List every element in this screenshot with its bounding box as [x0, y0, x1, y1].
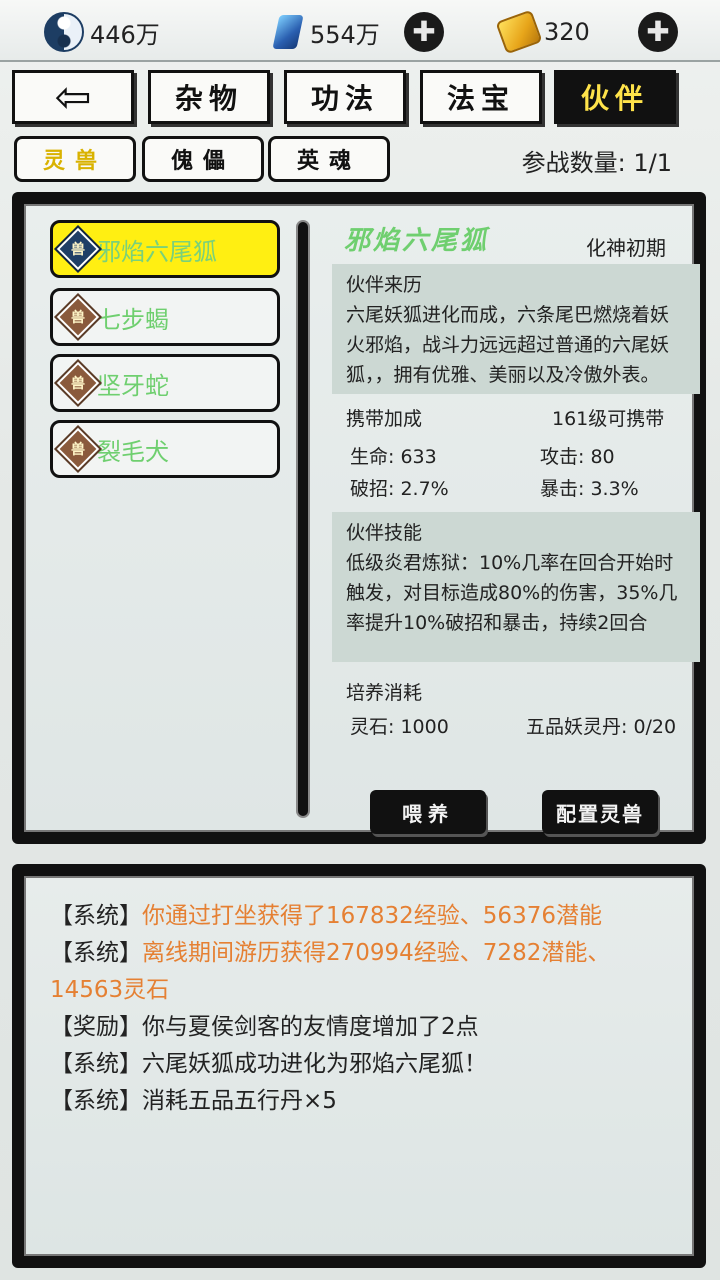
log-tag: 【奖励】: [50, 1014, 142, 1040]
skill-section: 伙伴技能 低级炎君炼狱：10%几率在回合开始时触发，对目标造成80%的伤害，35…: [332, 512, 700, 662]
back-button[interactable]: ⇦: [12, 70, 134, 124]
bonus-title: 携带加成: [346, 408, 423, 430]
cost-title: 培养消耗: [346, 682, 423, 704]
subtab-hero-soul-label: 英魂: [296, 148, 361, 174]
log-tag: 【系统】: [50, 1088, 142, 1114]
subtab-puppet-label: 傀儡: [170, 148, 235, 174]
badge-label: 兽: [71, 310, 85, 326]
pet-name: 七步蝎: [97, 305, 169, 334]
pet-item-4[interactable]: 兽 裂毛犬: [50, 420, 280, 478]
gem-icon: [272, 15, 304, 49]
configure-beast-button[interactable]: 配置灵兽: [542, 790, 658, 834]
log-tag: 【系统】: [50, 940, 142, 966]
log-line: 【系统】你通过打坐获得了167832经验、56376潜能: [50, 898, 674, 935]
tab-partner-label: 伙伴: [580, 82, 649, 115]
badge-label: 兽: [71, 442, 85, 458]
log-text: 你与夏侯剑客的友情度增加了2点: [142, 1014, 479, 1040]
badge-label: 兽: [71, 376, 85, 392]
tab-skills[interactable]: 功法: [284, 70, 406, 124]
log-text: 消耗五品五行丹×5: [142, 1088, 337, 1114]
badge-label: 兽: [71, 242, 85, 258]
stat-attack: 攻击: 80: [540, 446, 615, 468]
pet-name: 邪焰六尾狐: [97, 237, 217, 266]
log-tag: 【系统】: [50, 903, 142, 929]
stat-hp: 生命: 633: [350, 446, 437, 468]
pet-list-scrollbar[interactable]: [296, 220, 310, 818]
subtab-hero-soul[interactable]: 英魂: [268, 136, 390, 182]
subtab-spirit-beast-label: 灵兽: [42, 148, 107, 174]
subtab-puppet[interactable]: 傀儡: [142, 136, 264, 182]
configure-beast-button-label: 配置灵兽: [556, 801, 644, 826]
gold-ingot-icon: [495, 9, 543, 55]
pet-item-1[interactable]: 兽 邪焰六尾狐: [50, 220, 280, 278]
skill-text: 低级炎君炼狱：10%几率在回合开始时触发，对目标造成80%的伤害，35%几率提升…: [346, 552, 678, 634]
cost-stone: 灵石: 1000: [350, 716, 449, 738]
origin-text: 六尾妖狐进化而成，六条尾巴燃烧着妖火邪焰，战斗力远远超过普通的六尾妖狐，，拥有优…: [346, 304, 670, 386]
pet-name: 坚牙蛇: [97, 371, 169, 400]
gold-currency: 320: [495, 9, 590, 55]
tab-misc[interactable]: 杂物: [148, 70, 270, 124]
tab-treasure-label: 法宝: [446, 82, 515, 115]
stat-crit: 暴击: 3.3%: [540, 478, 639, 500]
carry-level: 161级可携带: [552, 408, 665, 430]
beast-badge-icon: 兽: [53, 358, 103, 408]
detail-pet-name: 邪焰六尾狐: [344, 226, 490, 256]
log-line: 【系统】六尾妖狐成功进化为邪焰六尾狐！: [50, 1046, 674, 1083]
tab-partner[interactable]: 伙伴: [554, 70, 676, 124]
yinyang-icon: [44, 12, 84, 52]
tab-misc-label: 杂物: [174, 82, 243, 115]
origin-title: 伙伴来历: [346, 274, 423, 296]
back-arrow-icon: ⇦: [54, 71, 92, 123]
origin-section: 伙伴来历 六尾妖狐进化而成，六条尾巴燃烧着妖火邪焰，战斗力远远超过普通的六尾妖狐…: [332, 264, 700, 394]
beast-badge-icon: 兽: [53, 292, 103, 342]
message-log-panel: 【系统】你通过打坐获得了167832经验、56376潜能 【系统】离线期间游历获…: [12, 864, 706, 1268]
gem-amount: 554万: [310, 20, 380, 49]
partner-panel-inner: 兽 邪焰六尾狐 兽 七步蝎 兽 坚牙蛇 兽 裂毛犬 邪焰六尾狐 化神初期 伙伴来…: [24, 204, 700, 834]
message-log[interactable]: 【系统】你通过打坐获得了167832经验、56376潜能 【系统】离线期间游历获…: [24, 876, 694, 1256]
log-line: 【系统】离线期间游历获得270994经验、7282潜能、14563灵石: [50, 935, 674, 1009]
pet-item-3[interactable]: 兽 坚牙蛇: [50, 354, 280, 412]
silver-amount: 446万: [90, 20, 160, 49]
stat-pierce: 破招: 2.7%: [350, 478, 449, 500]
feed-button-label: 喂养: [402, 801, 454, 826]
log-line: 【系统】消耗五品五行丹×5: [50, 1083, 674, 1120]
beast-badge-icon: 兽: [53, 424, 103, 474]
gem-currency: 554万: [272, 10, 380, 54]
log-text: 六尾妖狐成功进化为邪焰六尾狐！: [142, 1051, 487, 1077]
log-text: 你通过打坐获得了167832经验、56376潜能: [142, 903, 602, 929]
tab-treasure[interactable]: 法宝: [420, 70, 542, 124]
subtab-spirit-beast[interactable]: 灵兽: [14, 136, 136, 182]
add-gold-button[interactable]: ✚: [638, 12, 678, 52]
gold-amount: 320: [544, 18, 590, 46]
skill-title: 伙伴技能: [346, 522, 423, 544]
battle-count: 参战数量: 1/1: [521, 149, 672, 177]
pet-name: 裂毛犬: [97, 437, 169, 466]
pet-item-2[interactable]: 兽 七步蝎: [50, 288, 280, 346]
log-tag: 【系统】: [50, 1051, 142, 1077]
beast-badge-icon: 兽: [53, 224, 103, 274]
currency-bar: 446万 554万 ✚ 320 ✚: [0, 0, 720, 62]
feed-button[interactable]: 喂养: [370, 790, 486, 834]
cost-pill: 五品妖灵丹: 0/20: [526, 716, 677, 738]
tab-skills-label: 功法: [310, 82, 379, 115]
silver-currency: 446万: [44, 10, 160, 54]
add-gems-button[interactable]: ✚: [404, 12, 444, 52]
partner-panel: 兽 邪焰六尾狐 兽 七步蝎 兽 坚牙蛇 兽 裂毛犬 邪焰六尾狐 化神初期 伙伴来…: [12, 192, 706, 844]
cultivation-stage: 化神初期: [586, 236, 666, 260]
log-line: 【奖励】你与夏侯剑客的友情度增加了2点: [50, 1009, 674, 1046]
